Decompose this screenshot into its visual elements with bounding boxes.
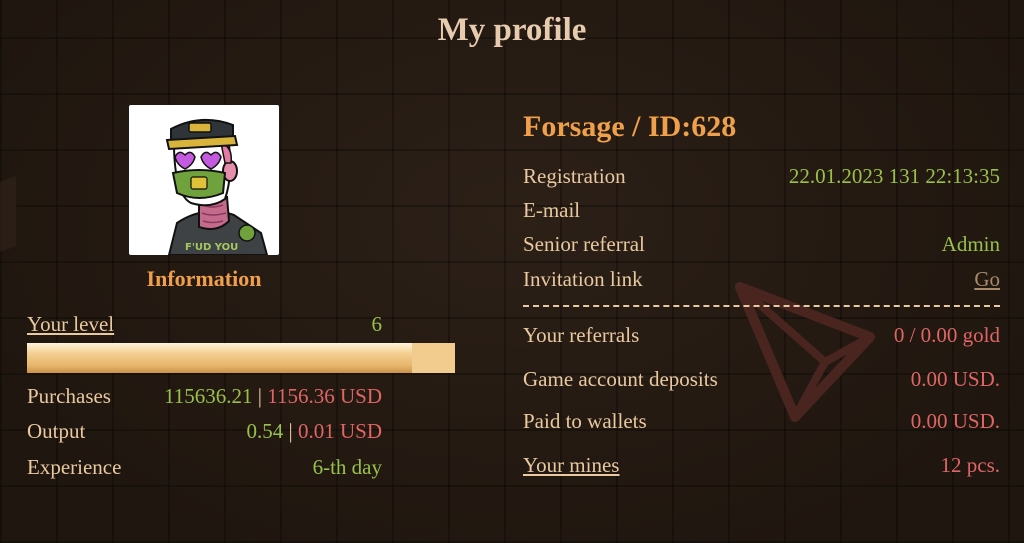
email-row: E-mail bbox=[523, 197, 1000, 223]
information-heading: Information bbox=[146, 266, 262, 291]
your-mines-link[interactable]: Your mines bbox=[523, 453, 619, 477]
level-row: Your level 6 bbox=[27, 311, 382, 337]
deposits-value: 0.00 USD. bbox=[910, 367, 1000, 391]
avatar-caption: F'UD YOU bbox=[185, 242, 238, 253]
profile-title: Forsage / ID:628 bbox=[523, 110, 737, 143]
output-values: 0.54 | 0.01 USD bbox=[247, 418, 382, 444]
paid-to-wallets-label: Paid to wallets bbox=[523, 409, 647, 433]
referrals-value: 0 / 0.00 gold bbox=[893, 323, 1000, 347]
level-value: 6 bbox=[371, 312, 383, 336]
purchases-values: 115636.21 | 1156.36 USD bbox=[164, 383, 382, 409]
deposits-row: Game account deposits 0.00 USD. bbox=[523, 366, 1000, 392]
output-separator: | bbox=[288, 419, 293, 443]
background-emblem-icon bbox=[735, 282, 875, 422]
purchases-amount: 115636.21 bbox=[164, 384, 253, 408]
level-progress-fill bbox=[27, 343, 413, 373]
paid-to-wallets-value: 0.00 USD. bbox=[910, 409, 1000, 433]
purchases-usd: 1156.36 USD bbox=[267, 384, 382, 408]
invitation-go-link[interactable]: Go bbox=[974, 266, 1000, 292]
invitation-link-label: Invitation link bbox=[523, 267, 643, 291]
registration-label: Registration bbox=[523, 164, 626, 188]
section-divider bbox=[523, 305, 1000, 307]
output-usd: 0.01 USD bbox=[297, 419, 382, 443]
page-title: My profile bbox=[437, 12, 587, 48]
experience-row: Experience 6-th day bbox=[27, 454, 382, 480]
purchases-row: Purchases 115636.21 | 1156.36 USD bbox=[27, 383, 382, 409]
output-row: Output 0.54 | 0.01 USD bbox=[27, 418, 382, 444]
senior-referral-row: Senior referral Admin bbox=[523, 231, 1000, 257]
senior-referral-label: Senior referral bbox=[523, 232, 645, 256]
senior-referral-value: Admin bbox=[941, 232, 1000, 256]
experience-label: Experience bbox=[27, 455, 122, 479]
referrals-label: Your referrals bbox=[523, 323, 640, 347]
purchases-label: Purchases bbox=[27, 384, 111, 408]
background-edge-decoration bbox=[0, 175, 16, 255]
mines-row: Your mines 12 pcs. bbox=[523, 452, 1000, 478]
deposits-label: Game account deposits bbox=[523, 367, 718, 391]
output-label: Output bbox=[27, 419, 86, 443]
purchases-separator: | bbox=[257, 384, 263, 408]
level-progress-bar bbox=[27, 343, 455, 373]
paid-to-wallets-row: Paid to wallets 0.00 USD. bbox=[523, 408, 1000, 434]
invitation-link-row: Invitation link Go bbox=[523, 266, 1000, 292]
registration-row: Registration 22.01.2023 131 22:13:35 bbox=[523, 163, 1000, 189]
avatar-illustration: F'UD YOU bbox=[165, 118, 269, 255]
email-label: E-mail bbox=[523, 198, 581, 222]
registration-value: 22.01.2023 131 22:13:35 bbox=[788, 164, 1000, 188]
mines-value: 12 pcs. bbox=[940, 453, 1001, 477]
avatar: F'UD YOU bbox=[129, 105, 279, 255]
output-amount: 0.54 bbox=[246, 419, 284, 443]
your-level-link[interactable]: Your level bbox=[27, 312, 114, 336]
experience-value: 6-th day bbox=[312, 455, 382, 479]
referrals-row: Your referrals 0 / 0.00 gold bbox=[523, 322, 1000, 348]
